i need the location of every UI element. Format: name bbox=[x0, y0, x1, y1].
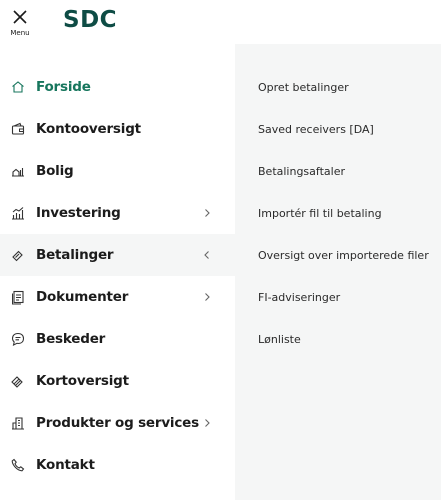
top-bar: Menu SDC bbox=[0, 0, 441, 44]
nav-item-betalinger[interactable]: Betalinger bbox=[0, 234, 235, 276]
submenu-item-fi-adviseringer[interactable]: FI-adviseringer bbox=[258, 291, 340, 304]
nav-label: Betalinger bbox=[36, 247, 114, 263]
nav-item-forside[interactable]: Forside bbox=[0, 66, 235, 108]
nav-item-investering[interactable]: Investering bbox=[0, 192, 235, 234]
chevron-right-icon bbox=[205, 419, 210, 427]
submenu-item-betalingsaftaler[interactable]: Betalingsaftaler bbox=[258, 165, 345, 178]
nav-item-produkter-og-services[interactable]: Produkter og services bbox=[0, 402, 235, 444]
phone-icon bbox=[10, 457, 26, 473]
nav-label: Beskeder bbox=[36, 331, 106, 347]
submenu-item-opret-betalinger[interactable]: Opret betalinger bbox=[258, 81, 349, 94]
bar-chart-icon bbox=[10, 205, 26, 221]
nav-label: Bolig bbox=[36, 163, 74, 179]
chat-icon bbox=[10, 331, 26, 347]
menu-label: Menu bbox=[10, 29, 30, 37]
nav-item-dokumenter[interactable]: Dokumenter bbox=[0, 276, 235, 318]
sdc-logo[interactable]: SDC bbox=[63, 7, 117, 33]
chevron-left-icon bbox=[204, 251, 209, 259]
nav-label: Kontooversigt bbox=[36, 121, 141, 137]
card-icon bbox=[10, 373, 26, 389]
house-chart-icon bbox=[10, 163, 26, 179]
submenu-item-oversigt-importerede-filer[interactable]: Oversigt over importerede filer bbox=[258, 249, 429, 262]
betalinger-submenu: Opret betalinger Saved receivers [DA] Be… bbox=[235, 44, 441, 500]
nav-label: Forside bbox=[36, 79, 91, 95]
wallet-icon bbox=[10, 121, 26, 137]
document-icon bbox=[10, 289, 26, 305]
nav-label: Investering bbox=[36, 205, 121, 221]
submenu-item-saved-receivers[interactable]: Saved receivers [DA] bbox=[258, 123, 374, 136]
nav-label: Kontakt bbox=[36, 457, 95, 473]
main-navigation: Forside Kontooversigt Bolig Investering … bbox=[0, 66, 235, 486]
nav-label: Dokumenter bbox=[36, 289, 129, 305]
chevron-right-icon bbox=[205, 209, 210, 217]
nav-item-kontooversigt[interactable]: Kontooversigt bbox=[0, 108, 235, 150]
submenu-item-importer-fil[interactable]: Importér fil til betaling bbox=[258, 207, 382, 220]
nav-item-kontakt[interactable]: Kontakt bbox=[0, 444, 235, 486]
nav-item-beskeder[interactable]: Beskeder bbox=[0, 318, 235, 360]
home-icon bbox=[10, 79, 26, 95]
nav-label: Kortoversigt bbox=[36, 373, 129, 389]
payment-icon bbox=[10, 247, 26, 263]
submenu-item-lonliste[interactable]: Lønliste bbox=[258, 333, 301, 346]
building-icon bbox=[10, 415, 26, 431]
chevron-right-icon bbox=[205, 293, 210, 301]
nav-label: Produkter og services bbox=[36, 415, 199, 431]
nav-item-kortoversigt[interactable]: Kortoversigt bbox=[0, 360, 235, 402]
close-icon bbox=[13, 10, 27, 24]
menu-button[interactable]: Menu bbox=[6, 7, 34, 39]
nav-item-bolig[interactable]: Bolig bbox=[0, 150, 235, 192]
